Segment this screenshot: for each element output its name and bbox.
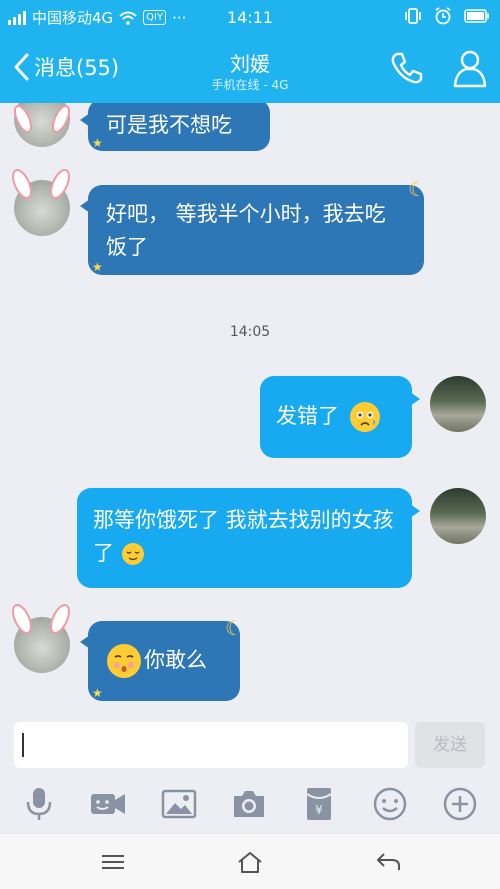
message-bubble-incoming[interactable]: 可是我不想吃 ★ xyxy=(80,103,270,151)
bunny-ears-decoration xyxy=(13,105,71,133)
pouting-face-emoji xyxy=(107,644,141,678)
star-icon: ★ xyxy=(92,686,103,700)
send-button[interactable]: 发送 xyxy=(415,722,485,768)
avatar-self[interactable] xyxy=(430,376,486,432)
contact-name[interactable]: 刘媛 xyxy=(0,48,500,77)
profile-icon[interactable] xyxy=(452,48,488,88)
star-icon: ★ xyxy=(92,136,103,150)
vibrate-icon xyxy=(405,8,421,24)
input-bar: 发送 xyxy=(0,720,500,772)
tearful-face-emoji xyxy=(349,402,380,432)
timestamp: 14:05 xyxy=(229,324,271,340)
status-right xyxy=(404,7,490,25)
bunny-ears-decoration xyxy=(12,169,70,199)
bunny-ears-decoration xyxy=(12,604,70,634)
message-text: 好吧， 等我半个小时，我去吃饭了 xyxy=(106,202,386,259)
message-bubble-incoming[interactable]: 好吧， 等我半个小时，我去吃饭了 ★ xyxy=(80,185,424,275)
phone-icon[interactable] xyxy=(388,50,424,86)
top-bar: 中国移动4G QIY ··· 14:11 消息(55) 刘媛 手机在线 - 4G xyxy=(0,0,500,103)
text-cursor xyxy=(22,733,24,757)
svg-text:¥: ¥ xyxy=(315,803,323,817)
chat-area[interactable]: 可是我不想吃 ★ 好吧， 等我半个小时，我去吃饭了 ★ ☾ 14:05 发错了 … xyxy=(0,103,500,720)
star-icon: ★ xyxy=(92,260,103,274)
back-arrow-icon[interactable] xyxy=(374,850,402,874)
menu-icon[interactable] xyxy=(99,850,127,874)
avatar-self[interactable] xyxy=(430,488,486,544)
camera-icon[interactable] xyxy=(231,786,267,822)
message-bubble-outgoing[interactable]: 那等你饿死了 我就去找别的女孩了 xyxy=(77,488,420,588)
message-text: 你敢么 xyxy=(144,648,207,672)
emoji-icon[interactable] xyxy=(372,786,408,822)
moon-badge-icon: ☾ xyxy=(408,177,426,201)
message-text: 可是我不想吃 xyxy=(106,113,232,137)
message-bubble-outgoing[interactable]: 发错了 xyxy=(260,376,420,458)
header-nav: 消息(55) 刘媛 手机在线 - 4G xyxy=(0,40,500,100)
message-text: 发错了 xyxy=(276,404,339,428)
relieved-face-emoji xyxy=(121,543,144,565)
battery-icon xyxy=(464,9,489,23)
microphone-icon[interactable] xyxy=(21,786,57,822)
image-icon[interactable] xyxy=(161,786,197,822)
video-icon[interactable] xyxy=(90,786,126,822)
message-input[interactable] xyxy=(14,722,408,768)
plus-icon[interactable] xyxy=(442,786,478,822)
alarm-icon xyxy=(435,7,451,25)
contact-status: 手机在线 - 4G xyxy=(211,78,289,92)
home-icon[interactable] xyxy=(236,850,264,874)
moon-badge-icon: ☾ xyxy=(225,616,243,640)
message-bubble-incoming[interactable]: 你敢么 ★ xyxy=(80,621,240,701)
system-nav-bar xyxy=(0,834,500,889)
status-bar: 中国移动4G QIY ··· 14:11 xyxy=(0,0,500,34)
toolbar: ¥ xyxy=(0,772,500,834)
red-packet-icon[interactable]: ¥ xyxy=(301,786,337,822)
